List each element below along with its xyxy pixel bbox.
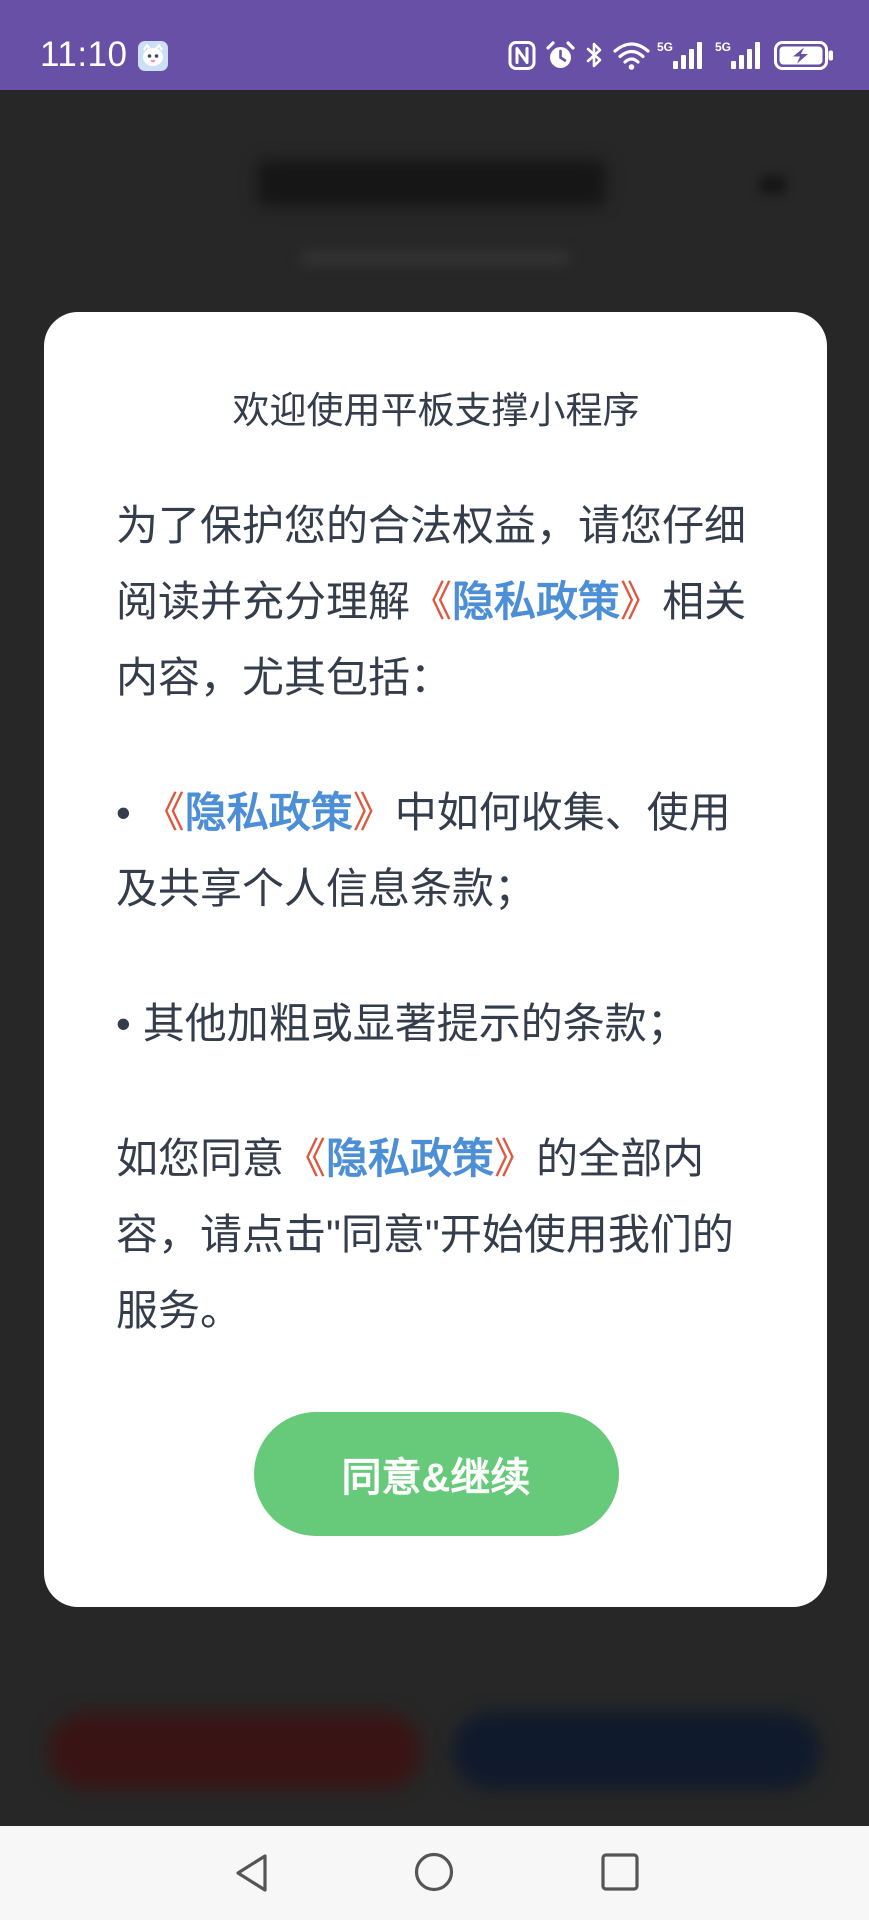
policy-link-open-bracket: 《 bbox=[284, 1135, 327, 1182]
dialog-title: 欢迎使用平板支撑小程序 bbox=[232, 390, 640, 431]
closing-text-before-link: 如您同意 bbox=[116, 1135, 285, 1182]
policy-link-text: 隐私政策 bbox=[184, 789, 353, 836]
blurred-blue-button bbox=[453, 1713, 820, 1789]
app-notification-icon bbox=[138, 41, 168, 71]
bullet-item-1: • 《隐私政策》中如何收集、使用及共享个人信息条款； bbox=[116, 775, 756, 927]
policy-link-close-bracket: 》 bbox=[620, 578, 663, 625]
policy-link-open-bracket: 《 bbox=[142, 789, 185, 836]
bullet-item-2: • 其他加粗或显著提示的条款； bbox=[116, 986, 756, 1062]
signal-1-network-label: 5G bbox=[657, 40, 673, 54]
agree-continue-button[interactable]: 同意&继续 bbox=[253, 1412, 619, 1536]
navigation-bar bbox=[0, 1826, 869, 1920]
intro-paragraph: 为了保护您的合法权益，请您仔细阅读并充分理解《隐私政策》相关内容，尤其包括： bbox=[116, 488, 756, 716]
policy-link-close-bracket: 》 bbox=[352, 789, 395, 836]
status-time: 11:10 bbox=[40, 35, 128, 74]
privacy-dialog: 欢迎使用平板支撑小程序 为了保护您的合法权益，请您仔细阅读并充分理解《隐私政策》… bbox=[44, 312, 827, 1607]
blurred-page-subtitle bbox=[300, 250, 570, 266]
blurred-chevron-down-icon bbox=[760, 176, 786, 194]
alarm-icon bbox=[546, 41, 575, 68]
closing-paragraph: 如您同意《隐私政策》的全部内容，请点击"同意"开始使用我们的服务。 bbox=[116, 1121, 756, 1349]
back-icon[interactable] bbox=[232, 1852, 270, 1894]
policy-link-close-bracket: 》 bbox=[494, 1135, 537, 1182]
nfc-icon bbox=[508, 41, 536, 70]
home-icon[interactable] bbox=[414, 1852, 454, 1892]
bullet-2-text: 其他加粗或显著提示的条款； bbox=[142, 1000, 689, 1047]
blurred-red-button bbox=[49, 1713, 422, 1789]
signal-2-network-label: 5G bbox=[715, 40, 731, 54]
bullet-marker: • bbox=[116, 789, 131, 836]
privacy-policy-link[interactable]: 《隐私政策》 bbox=[143, 789, 395, 836]
bullet-marker: • bbox=[116, 1000, 131, 1047]
bluetooth-icon bbox=[586, 42, 602, 68]
battery-charging-icon bbox=[774, 41, 833, 70]
status-bar: 11:10 5G 5G bbox=[0, 0, 869, 90]
policy-link-open-bracket: 《 bbox=[410, 578, 453, 625]
policy-link-text: 隐私政策 bbox=[326, 1135, 495, 1182]
privacy-policy-link[interactable]: 《隐私政策》 bbox=[284, 1135, 536, 1182]
policy-link-text: 隐私政策 bbox=[452, 578, 621, 625]
privacy-policy-link[interactable]: 《隐私政策》 bbox=[410, 578, 662, 625]
cellular-signal-icon: 5G bbox=[657, 40, 702, 69]
recents-icon[interactable] bbox=[601, 1853, 639, 1891]
wifi-icon bbox=[613, 42, 650, 70]
cellular-signal-icon: 5G bbox=[715, 40, 760, 69]
blurred-page-title bbox=[257, 160, 606, 206]
